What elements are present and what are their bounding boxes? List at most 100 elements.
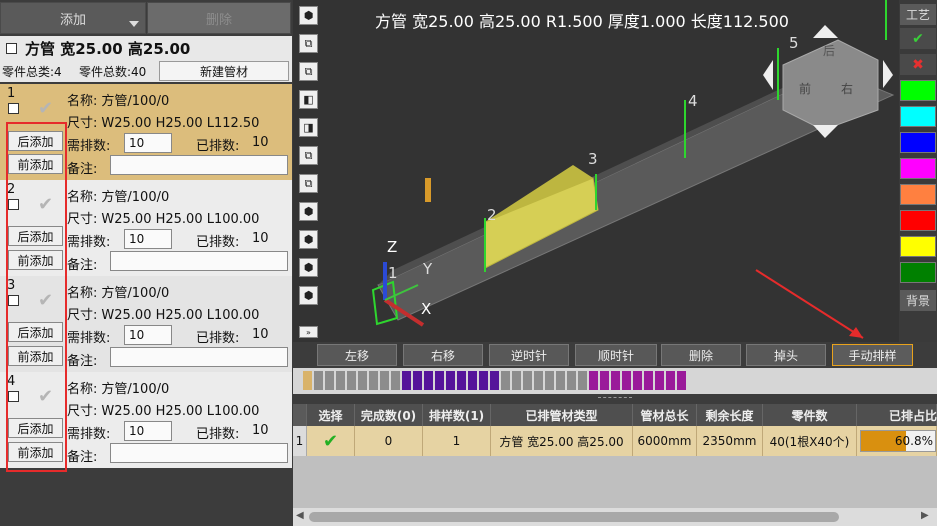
strip-segment[interactable] [446,371,455,390]
strip-segment[interactable] [490,371,499,390]
process-label[interactable]: 工艺 [900,4,936,25]
col-layout-count[interactable]: 排样数(1) [423,404,491,426]
confirm-check-icon[interactable]: ✔ [900,28,936,49]
col-remaining[interactable]: 剩余长度 [697,404,763,426]
splitter-grip[interactable] [598,397,632,399]
strip-segment[interactable] [501,371,510,390]
move-right-button[interactable]: 右移 [403,344,483,366]
need-count-input[interactable]: 10 [124,421,172,441]
strip-segment[interactable] [556,371,565,390]
add-before-button[interactable]: 前添加 [8,442,63,462]
strip-segment[interactable] [611,371,620,390]
strip-segment[interactable] [622,371,631,390]
need-count-input[interactable]: 10 [124,229,172,249]
strip-segment[interactable] [523,371,532,390]
add-before-button[interactable]: 前添加 [8,154,63,174]
need-count-input[interactable]: 10 [124,133,172,153]
part-card-1[interactable]: 1 ✔ 名称: 方管/100/0 尺寸: W25.00 H25.00 L112.50… [0,84,292,180]
col-ratio[interactable]: 已排占比 [857,404,937,426]
col-part-count[interactable]: 零件数 [763,404,857,426]
strip-segment[interactable] [347,371,356,390]
part-card-3[interactable]: 3 ✔ 名称: 方管/100/0 尺寸: W25.00 H25.00 L100.00… [0,276,292,372]
strip-segment[interactable] [380,371,389,390]
strip-segment[interactable] [600,371,609,390]
strip-segment[interactable] [358,371,367,390]
part-card-4[interactable]: 4 ✔ 名称: 方管/100/0 尺寸: W25.00 H25.00 L100.00… [0,372,292,468]
color-swatch-dark-green[interactable] [900,262,936,283]
add-after-button[interactable]: 后添加 [8,226,63,246]
nav-arrow-right-icon[interactable] [883,60,893,88]
add-before-button[interactable]: 前添加 [8,346,63,366]
strip-segment[interactable] [666,371,675,390]
manual-layout-button[interactable]: 手动排样 [832,344,913,366]
color-swatch-magenta[interactable] [900,158,936,179]
strip-segment[interactable] [644,371,653,390]
add-after-button[interactable]: 后添加 [8,418,63,438]
nesting-strip[interactable] [293,368,937,394]
strip-segment[interactable] [633,371,642,390]
strip-segment[interactable] [655,371,664,390]
strip-segment[interactable] [457,371,466,390]
note-input[interactable] [110,155,288,175]
part-checkbox[interactable] [8,295,19,306]
strip-segment[interactable] [479,371,488,390]
nav-arrow-down-icon[interactable] [813,125,838,138]
col-pipe-type[interactable]: 已排管材类型 [491,404,633,426]
strip-segment[interactable] [512,371,521,390]
table-scrollbar[interactable]: ◀ ▶ [293,508,937,526]
nav-arrow-left-icon[interactable] [763,60,773,90]
color-swatch-green[interactable] [900,80,936,101]
col-total-length[interactable]: 管材总长 [633,404,697,426]
new-pipe-button[interactable]: 新建管材 [159,61,289,81]
strip-segment[interactable] [578,371,587,390]
note-input[interactable] [110,251,288,271]
row-selected-check-icon[interactable]: ✔ [307,426,355,456]
move-left-button[interactable]: 左移 [317,344,397,366]
add-before-button[interactable]: 前添加 [8,250,63,270]
strip-segment[interactable] [567,371,576,390]
color-swatch-cyan[interactable] [900,106,936,127]
select-all-checkbox[interactable] [6,42,17,54]
scroll-right-icon[interactable]: ▶ [921,510,929,521]
3d-viewport[interactable]: ⬢ ⧉ ⧉ ◧ ◨ ⧉ ⧉ ⬢ ⬢ ⬢ ⬢ » Z Y X 1 2 3 4 5 … [293,0,899,342]
rotate-ccw-button[interactable]: 逆时针 [489,344,569,366]
strip-segment[interactable] [314,371,323,390]
cancel-x-icon[interactable]: ✖ [900,54,936,75]
add-after-button[interactable]: 后添加 [8,322,63,342]
scroll-thumb[interactable] [309,512,839,522]
strip-segment[interactable] [391,371,400,390]
delete-button[interactable]: 删除 [147,2,291,34]
delete-part-button[interactable]: 删除 [661,344,741,366]
strip-segment[interactable] [369,371,378,390]
col-completed[interactable]: 完成数(0) [355,404,423,426]
note-input[interactable] [110,347,288,367]
part-checkbox[interactable] [8,199,19,210]
part-card-2[interactable]: 2 ✔ 名称: 方管/100/0 尺寸: W25.00 H25.00 L100.00… [0,180,292,276]
part-checkbox[interactable] [8,391,19,402]
splitter[interactable] [293,394,937,404]
strip-segment[interactable] [545,371,554,390]
strip-segment[interactable] [589,371,598,390]
color-swatch-yellow[interactable] [900,236,936,257]
col-select[interactable]: 选择 [307,404,355,426]
strip-segment[interactable] [402,371,411,390]
need-count-input[interactable]: 10 [124,325,172,345]
note-input[interactable] [110,443,288,463]
strip-segment[interactable] [413,371,422,390]
strip-segment[interactable] [468,371,477,390]
background-label[interactable]: 背景 [900,290,936,311]
add-button[interactable]: 添加 [0,2,146,34]
strip-segment[interactable] [677,371,686,390]
strip-segment[interactable] [336,371,345,390]
strip-segment[interactable] [435,371,444,390]
color-swatch-orange[interactable] [900,184,936,205]
flip-button[interactable]: 掉头 [746,344,826,366]
strip-segment-selected[interactable] [303,371,312,390]
nav-arrow-up-icon[interactable] [813,25,838,38]
color-swatch-blue[interactable] [900,132,936,153]
add-after-button[interactable]: 后添加 [8,131,63,151]
color-swatch-red[interactable] [900,210,936,231]
strip-segment[interactable] [325,371,334,390]
dropdown-arrow-icon[interactable] [129,21,139,27]
strip-segment[interactable] [424,371,433,390]
